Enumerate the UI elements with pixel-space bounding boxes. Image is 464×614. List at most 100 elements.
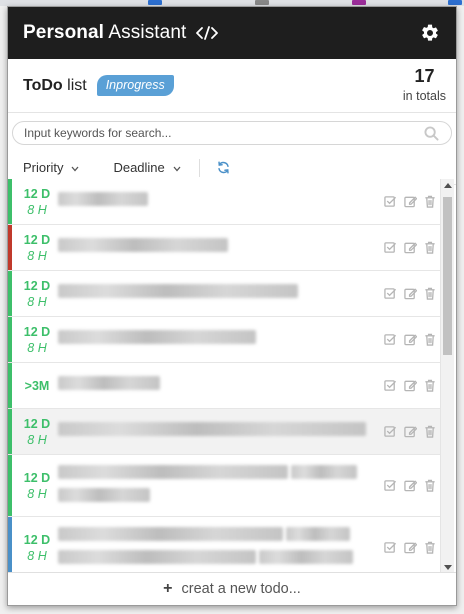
due-days: >3M <box>24 378 50 393</box>
app-header: Personal Assistant <box>8 7 456 59</box>
due-countdown: 12 D8 H <box>8 186 56 218</box>
todo-text-redacted <box>56 374 384 397</box>
todo-actions <box>384 379 440 392</box>
todo-actions <box>384 333 440 346</box>
edit-icon[interactable] <box>404 287 417 300</box>
priority-filter[interactable]: Priority <box>23 160 79 175</box>
complete-checkbox-icon[interactable] <box>384 195 397 208</box>
due-hours: 8 H <box>27 294 47 309</box>
todo-row[interactable]: 12 D8 H <box>8 409 440 455</box>
plus-icon: + <box>163 580 173 597</box>
app-title: Personal Assistant <box>23 22 186 44</box>
delete-trash-icon[interactable] <box>424 241 436 254</box>
scrollbar-thumb[interactable] <box>443 197 452 355</box>
todo-row[interactable]: 12 D8 H <box>8 271 440 317</box>
due-hours: 8 H <box>27 432 47 447</box>
create-todo-button[interactable]: + creat a new todo... <box>8 572 456 605</box>
due-hours: 8 H <box>27 486 47 501</box>
settings-gear-icon[interactable] <box>418 21 442 45</box>
redacted-text-block <box>58 192 148 206</box>
complete-checkbox-icon[interactable] <box>384 479 397 492</box>
priority-color-bar <box>8 179 12 224</box>
complete-checkbox-icon[interactable] <box>384 379 397 392</box>
edit-icon[interactable] <box>404 479 417 492</box>
due-days: 12 D <box>23 232 51 247</box>
total-count-number: 17 <box>414 65 435 86</box>
chevron-down-icon <box>173 160 181 175</box>
tab-favicon-icon <box>148 0 162 5</box>
due-days: 12 D <box>23 186 51 201</box>
refresh-icon[interactable] <box>217 161 230 174</box>
edit-icon[interactable] <box>404 241 417 254</box>
status-badge[interactable]: Inprogress <box>96 75 174 96</box>
delete-trash-icon[interactable] <box>424 195 436 208</box>
todo-text-redacted <box>56 420 384 443</box>
edit-icon[interactable] <box>404 333 417 346</box>
redacted-text-block <box>259 549 354 564</box>
complete-checkbox-icon[interactable] <box>384 241 397 254</box>
deadline-filter-label: Deadline <box>113 160 165 175</box>
delete-trash-icon[interactable] <box>424 425 436 438</box>
edit-icon[interactable] <box>404 425 417 438</box>
todo-row[interactable]: 12 D8 H <box>8 317 440 363</box>
due-days: 12 D <box>23 324 51 339</box>
due-countdown: >3M <box>8 378 56 394</box>
redacted-text-block <box>58 376 160 390</box>
todo-text-redacted <box>56 463 384 509</box>
complete-checkbox-icon[interactable] <box>384 333 397 346</box>
todo-text-redacted <box>56 190 384 213</box>
due-countdown: 12 D8 H <box>8 232 56 264</box>
due-days: 12 D <box>23 470 51 485</box>
search-icon[interactable] <box>424 126 439 146</box>
scroll-up-arrow-icon[interactable] <box>444 183 452 188</box>
edit-icon[interactable] <box>404 195 417 208</box>
list-title-bold: ToDo <box>23 76 63 94</box>
delete-trash-icon[interactable] <box>424 333 436 346</box>
complete-checkbox-icon[interactable] <box>384 425 397 438</box>
list-title: ToDo list <box>23 77 87 95</box>
todo-text-redacted <box>56 328 384 351</box>
redacted-text-block <box>291 464 358 479</box>
list-scrollbar[interactable] <box>440 179 454 575</box>
priority-color-bar <box>8 225 12 270</box>
todo-actions <box>384 195 440 208</box>
complete-checkbox-icon[interactable] <box>384 541 397 554</box>
delete-trash-icon[interactable] <box>424 287 436 300</box>
priority-color-bar <box>8 317 12 362</box>
edit-icon[interactable] <box>404 379 417 392</box>
todo-row[interactable]: >3M <box>8 363 440 409</box>
due-days: 12 D <box>23 532 51 547</box>
todo-actions <box>384 241 440 254</box>
todo-row[interactable]: 12 D8 H <box>8 225 440 271</box>
todo-actions <box>384 425 440 438</box>
todo-row[interactable]: 12 D8 H <box>8 455 440 517</box>
todo-summary: ToDo list Inprogress 17 in totals <box>8 59 456 113</box>
due-hours: 8 H <box>27 548 47 563</box>
code-brackets-icon <box>196 25 219 41</box>
app-title-rest: Assistant <box>108 22 187 43</box>
due-hours: 8 H <box>27 248 47 263</box>
tab-favicon-icon <box>255 0 269 5</box>
redacted-text-block <box>58 422 366 436</box>
delete-trash-icon[interactable] <box>424 479 436 492</box>
chevron-down-icon <box>71 160 79 175</box>
todo-list: 12 D8 H 12 D8 H 12 D8 H 12 D8 H >3M 12 D8 H 12… <box>8 179 440 575</box>
due-hours: 8 H <box>27 202 47 217</box>
redacted-text-block <box>58 549 256 564</box>
filter-divider <box>198 158 200 177</box>
due-days: 12 D <box>23 278 51 293</box>
deadline-filter[interactable]: Deadline <box>113 160 181 175</box>
delete-trash-icon[interactable] <box>424 379 436 392</box>
total-count-label: in totals <box>402 88 446 103</box>
scroll-down-arrow-icon[interactable] <box>444 565 452 570</box>
delete-trash-icon[interactable] <box>424 541 436 554</box>
todo-row[interactable]: 12 D8 H <box>8 517 440 575</box>
complete-checkbox-icon[interactable] <box>384 287 397 300</box>
todo-row[interactable]: 12 D8 H <box>8 179 440 225</box>
edit-icon[interactable] <box>404 541 417 554</box>
search-input[interactable] <box>13 122 451 144</box>
priority-color-bar <box>8 409 12 454</box>
due-countdown: 12 D8 H <box>8 278 56 310</box>
redacted-text-block <box>286 526 351 541</box>
priority-color-bar <box>8 363 12 408</box>
